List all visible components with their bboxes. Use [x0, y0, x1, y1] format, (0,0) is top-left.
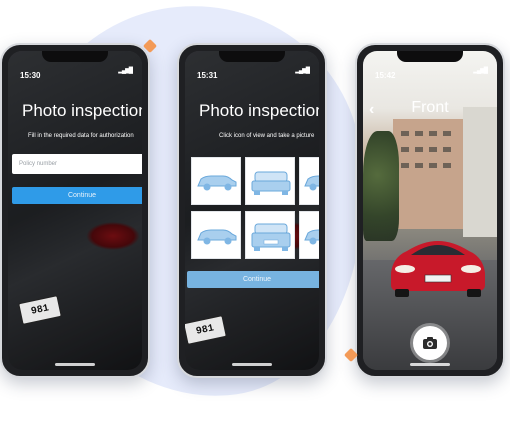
car-side-icon — [304, 175, 319, 191]
phone-view-selection: 981 15:31 ▂▄▆█ Photo inspection Click ic… — [177, 43, 327, 378]
status-bar: 15:42 ▂▄▆█ — [375, 65, 488, 80]
car-view-left-rear[interactable] — [191, 211, 241, 259]
red-sports-car — [391, 241, 485, 297]
status-time: 15:42 — [375, 71, 396, 80]
signal-icon: ▂▄▆█ — [118, 68, 133, 74]
car-rear-icon — [251, 223, 291, 251]
building — [393, 119, 471, 229]
continue-button[interactable]: Continue — [187, 271, 319, 288]
home-indicator — [232, 363, 272, 366]
policy-number-input[interactable]: Policy number — [12, 154, 142, 174]
tree — [363, 131, 399, 241]
continue-button[interactable]: Continue — [12, 187, 142, 204]
car-view-rear[interactable] — [245, 211, 295, 259]
signal-icon: ▂▄▆█ — [473, 68, 488, 74]
camera-header: ‹ Front — [363, 99, 497, 123]
phone-screen: 981 15:31 ▂▄▆█ Photo inspection Click ic… — [185, 51, 319, 370]
phone-screen: 15:42 ▂▄▆█ ‹ Front — [363, 51, 497, 370]
status-time: 15:31 — [197, 71, 218, 80]
view-title: Front — [411, 99, 449, 116]
notch — [219, 51, 285, 62]
car-side-icon — [197, 229, 237, 245]
phone-authorization: 981 15:30 ▂▄▆█ Photo inspection Fill in … — [0, 43, 150, 378]
car-side-icon — [197, 175, 237, 191]
phone-screen: 981 15:30 ▂▄▆█ Photo inspection Fill in … — [8, 51, 142, 370]
page-subtitle: Fill in the required data for authorizat… — [28, 133, 134, 139]
status-time: 15:30 — [20, 71, 41, 80]
home-indicator — [55, 363, 95, 366]
page-subtitle: Click icon of view and take a picture — [219, 133, 315, 139]
car-front-icon — [251, 171, 291, 195]
car-view-left-side[interactable] — [191, 157, 241, 205]
car-view-front[interactable] — [245, 157, 295, 205]
camera-icon — [423, 337, 437, 349]
car-view-right-rear[interactable] — [299, 211, 319, 259]
status-bar: 15:31 ▂▄▆█ — [197, 65, 310, 80]
signal-icon: ▂▄▆█ — [295, 68, 310, 74]
notch — [397, 51, 463, 62]
home-indicator — [410, 363, 450, 366]
shutter-button[interactable] — [413, 326, 447, 360]
building — [463, 107, 497, 237]
car-view-grid — [191, 157, 319, 261]
phone-camera-front: 15:42 ▂▄▆█ ‹ Front — [355, 43, 505, 378]
page-title: Photo inspection — [199, 101, 319, 120]
car-side-icon — [304, 229, 319, 245]
notch — [42, 51, 108, 62]
car-view-right-side[interactable] — [299, 157, 319, 205]
status-bar: 15:30 ▂▄▆█ — [20, 65, 133, 80]
page-title: Photo inspection — [22, 101, 142, 120]
